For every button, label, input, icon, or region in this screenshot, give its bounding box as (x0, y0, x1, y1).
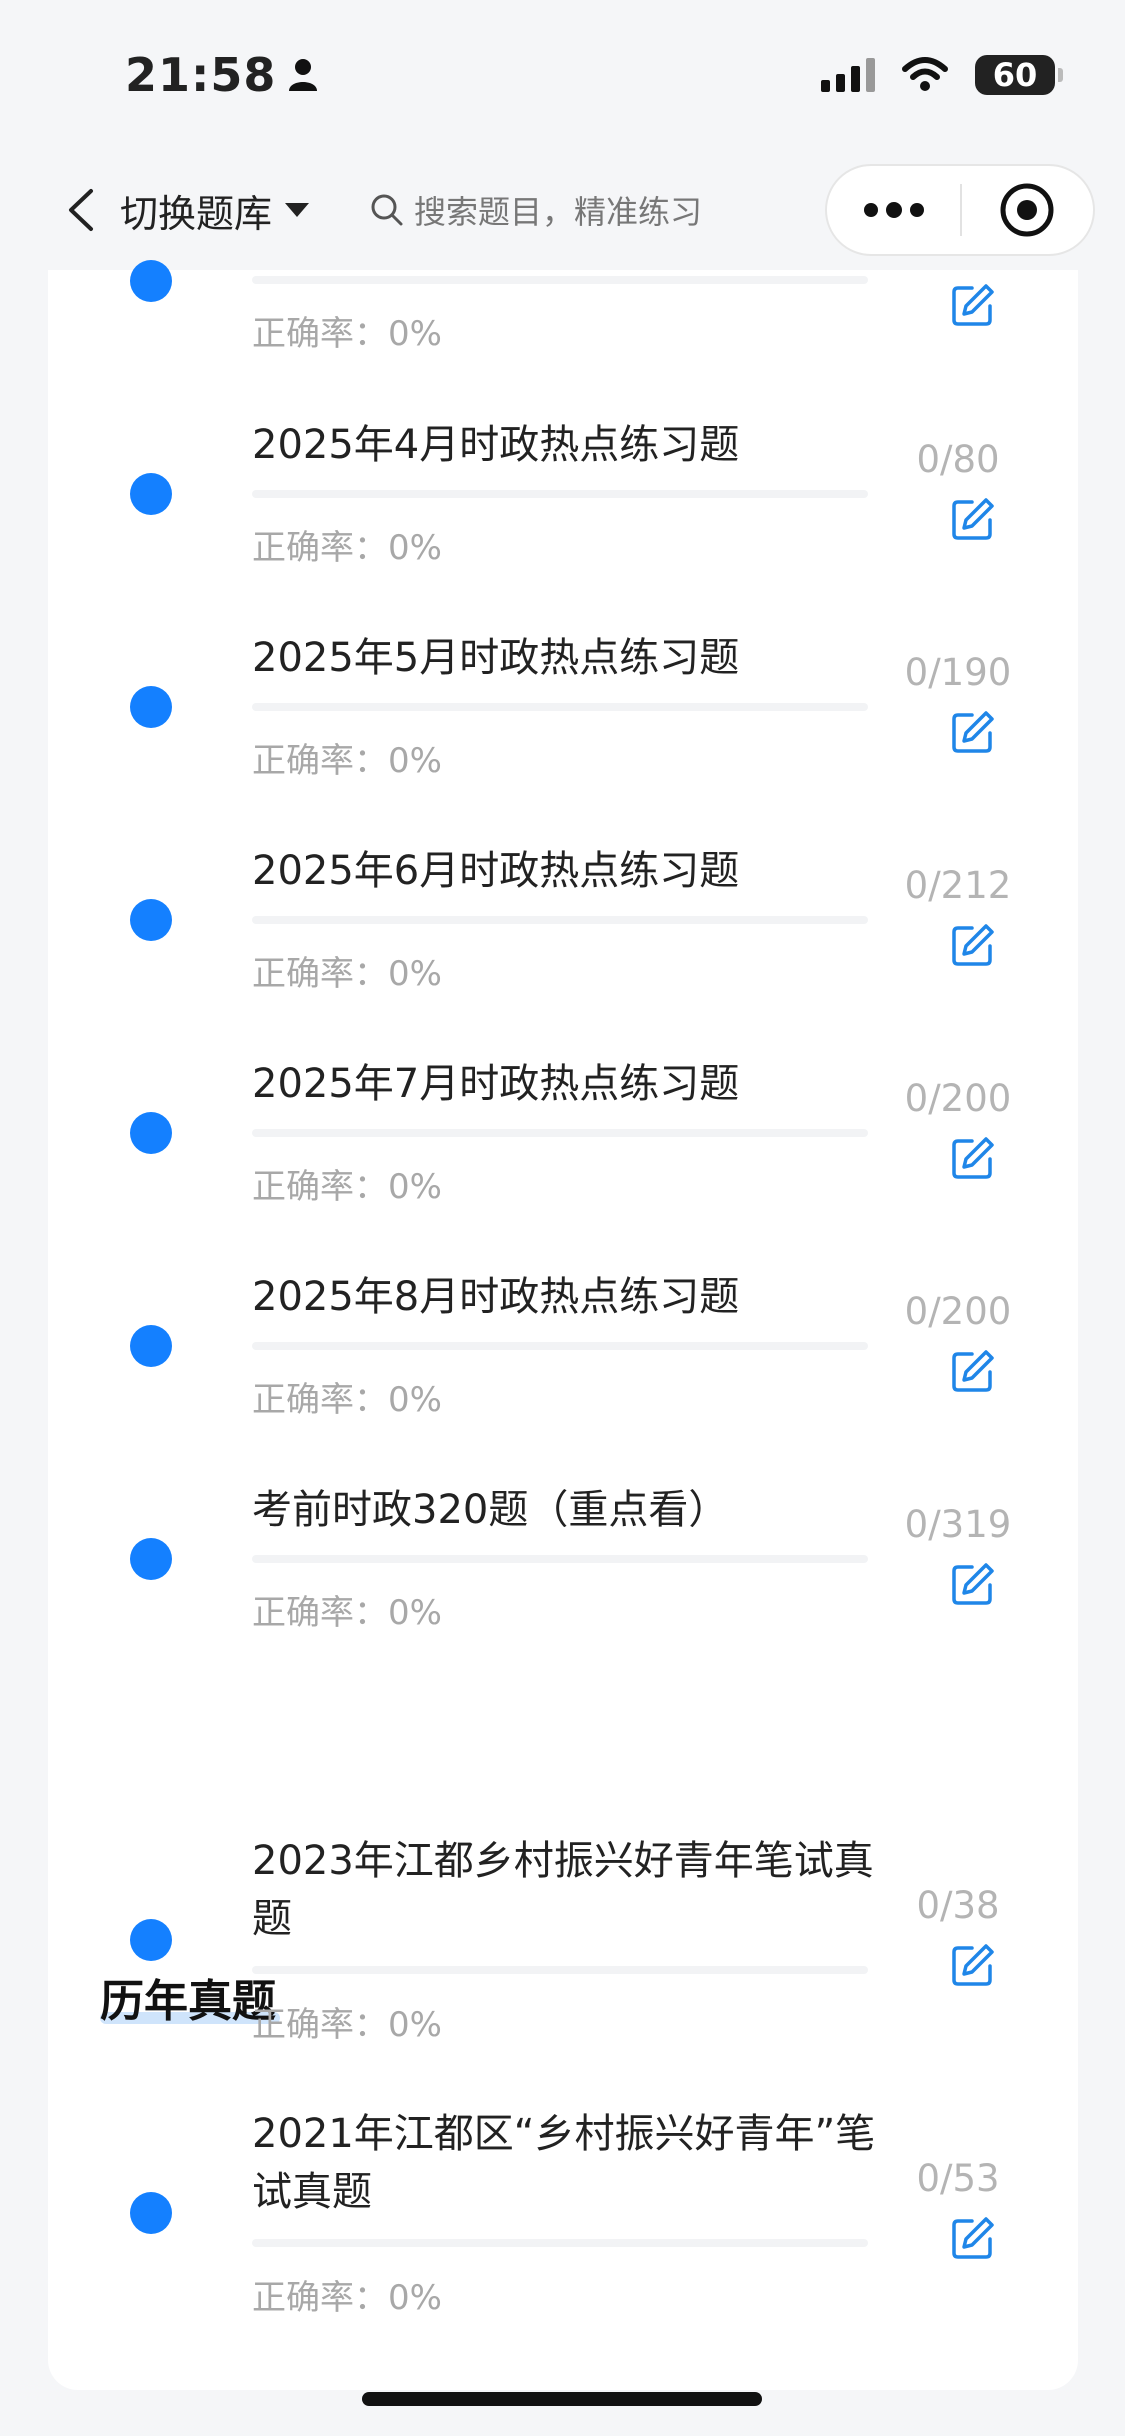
progress-bar (252, 1555, 868, 1563)
progress-bar (252, 276, 868, 284)
progress-bar (252, 703, 868, 711)
question-bank-card: 正确率：0% 2025年4月时政热点练习题 正确率：0% 0/80 2025年5… (48, 260, 1078, 2390)
item-title: 2025年8月时政热点练习题 (252, 1274, 740, 1320)
nav-bar: 切换题库 搜索题目，精准练习 (0, 150, 1125, 270)
target-close-icon (1000, 183, 1054, 237)
accuracy-text: 正确率：0% (252, 2278, 442, 2318)
status-right: 60 (821, 55, 1063, 95)
item-title: 2025年4月时政热点练习题 (252, 422, 740, 468)
section-title: 历年真题 (100, 1976, 276, 2027)
caret-down-icon (285, 203, 310, 217)
back-button[interactable] (40, 170, 120, 250)
progress-bar (252, 916, 868, 924)
status-dot (130, 1325, 172, 1367)
item-title: 考前时政320题（重点看） (252, 1487, 729, 1533)
accuracy-text: 正确率：0% (252, 528, 442, 568)
edit-icon[interactable] (950, 1561, 996, 1607)
status-time: 21:58 (125, 48, 318, 102)
progress-bar (252, 490, 868, 498)
edit-icon[interactable] (950, 709, 996, 755)
search-placeholder: 搜索题目，精准练习 (414, 193, 703, 231)
search-icon (371, 194, 403, 226)
accuracy-text: 正确率：0% (252, 741, 442, 781)
item-title: 2023年江都乡村振兴好青年笔试真题 (252, 1838, 874, 1942)
edit-icon[interactable] (950, 1942, 996, 1988)
status-dot (130, 1538, 172, 1580)
edit-icon[interactable] (950, 282, 996, 328)
progress-count: 0/38 (916, 1884, 1000, 1927)
accuracy-text: 正确率：0% (252, 1167, 442, 1207)
accuracy-text: 正确率：0% (252, 954, 442, 994)
progress-count: 0/190 (904, 651, 1012, 694)
more-options-button[interactable] (827, 202, 960, 218)
time-text: 21:58 (125, 48, 277, 102)
mini-program-capsule (825, 164, 1095, 256)
progress-count: 0/80 (916, 438, 1000, 481)
switch-bank-label: 切换题库 (120, 191, 273, 236)
progress-count: 0/53 (916, 2157, 1000, 2200)
edit-icon[interactable] (950, 922, 996, 968)
progress-count: 0/200 (904, 1290, 1012, 1333)
status-bar: 21:58 60 (0, 0, 1125, 150)
accuracy-text: 正确率：0% (252, 2005, 442, 2045)
edit-icon[interactable] (950, 496, 996, 542)
close-mini-program-button[interactable] (962, 182, 1093, 238)
status-dot (130, 2192, 172, 2234)
progress-count: 0/200 (904, 1077, 1012, 1120)
accuracy-text: 正确率：0% (252, 314, 442, 354)
battery-icon: 60 (975, 55, 1063, 95)
edit-icon[interactable] (950, 2215, 996, 2261)
status-dot (130, 1112, 172, 1154)
status-dot (130, 260, 172, 302)
accuracy-text: 正确率：0% (252, 1593, 442, 1633)
status-dot (130, 899, 172, 941)
search-input[interactable]: 搜索题目，精准练习 (370, 172, 751, 248)
person-icon (289, 59, 318, 91)
edit-icon[interactable] (950, 1135, 996, 1181)
progress-bar (252, 1342, 868, 1350)
home-indicator[interactable] (362, 2392, 762, 2406)
progress-bar (252, 1129, 868, 1137)
wifi-icon (902, 57, 948, 91)
status-dot (130, 686, 172, 728)
switch-bank-dropdown[interactable]: 切换题库 (120, 183, 310, 238)
status-dot (130, 473, 172, 515)
accuracy-text: 正确率：0% (252, 1380, 442, 1420)
edit-icon[interactable] (950, 1348, 996, 1394)
item-title: 2025年5月时政热点练习题 (252, 635, 740, 681)
battery-level: 60 (992, 56, 1038, 94)
progress-count: 0/319 (904, 1503, 1012, 1546)
cellular-signal-icon (821, 58, 875, 92)
progress-bar (252, 1966, 868, 1974)
item-title: 2025年6月时政热点练习题 (252, 848, 740, 894)
item-title: 2025年7月时政热点练习题 (252, 1061, 740, 1107)
status-dot (130, 1919, 172, 1961)
item-title: 2021年江都区“乡村振兴好青年”笔试真题 (252, 2111, 876, 2215)
progress-count: 0/212 (904, 864, 1012, 907)
progress-bar (252, 2239, 868, 2247)
chevron-left-icon (69, 189, 93, 231)
